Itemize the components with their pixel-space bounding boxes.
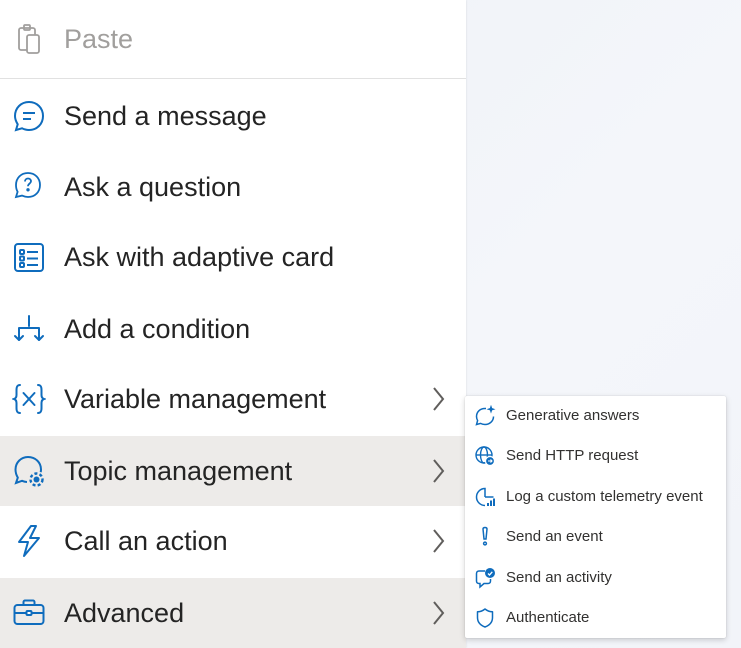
chevron-right-icon [426, 382, 450, 416]
menu-item-add-a-condition[interactable]: Add a condition [0, 294, 466, 364]
chevron-right-icon [426, 596, 450, 630]
activity-bubble-icon [474, 567, 496, 589]
menu-item-label: Variable management [64, 384, 327, 414]
globe-icon [474, 445, 496, 467]
question-bubble-icon [12, 170, 46, 204]
menu-item-variable-management[interactable]: Variable management [0, 364, 466, 434]
submenu-item-label: Send HTTP request [506, 447, 639, 464]
submenu-item-generative-answers[interactable]: Generative answers [465, 396, 726, 436]
menu-item-label: Ask a question [64, 172, 242, 202]
submenu-item-label: Authenticate [506, 609, 590, 626]
exclamation-icon [474, 526, 496, 548]
menu-item-ask-with-adaptive-card[interactable]: Ask with adaptive card [0, 222, 466, 292]
topic-settings-icon [12, 454, 46, 488]
menu-item-label: Send a message [64, 101, 267, 131]
shield-icon [474, 607, 496, 629]
chat-bubble-icon [12, 99, 46, 133]
submenu-item-label: Send an activity [506, 569, 612, 586]
submenu-item-send-an-event[interactable]: Send an event [465, 517, 726, 557]
submenu-item-send-an-activity[interactable]: Send an activity [465, 558, 726, 598]
menu-item-label: Advanced [64, 598, 185, 628]
menu-item-label: Add a condition [64, 314, 251, 344]
menu-item-label: Ask with adaptive card [64, 242, 335, 272]
variable-icon [12, 382, 46, 416]
branch-icon [12, 312, 46, 346]
submenu-item-label: Generative answers [506, 407, 640, 424]
menu-item-topic-management[interactable]: Topic management [0, 436, 466, 506]
menu-item-paste: Paste [0, 0, 466, 79]
chevron-right-icon [426, 524, 450, 558]
adaptive-card-icon [12, 240, 46, 274]
submenu-item-log-telemetry-event[interactable]: Log a custom telemetry event [465, 477, 726, 517]
submenu-item-label: Send an event [506, 528, 603, 545]
menu-item-label: Call an action [64, 526, 228, 556]
chevron-right-icon [426, 454, 450, 488]
menu-item-ask-a-question[interactable]: Ask a question [0, 152, 466, 222]
insert-node-menu: Paste Send a message Ask a question Ask … [0, 0, 466, 648]
menu-item-send-a-message[interactable]: Send a message [0, 81, 466, 151]
clipboard-icon [12, 22, 46, 56]
menu-item-label: Paste [64, 24, 134, 54]
telemetry-chart-icon [474, 486, 496, 508]
lightning-icon [12, 524, 46, 558]
briefcase-icon [12, 596, 46, 630]
menu-item-advanced[interactable]: Advanced [0, 578, 466, 648]
submenu-item-label: Log a custom telemetry event [506, 488, 703, 505]
advanced-submenu: Generative answers Send HTTP request Log [465, 396, 726, 638]
submenu-item-authenticate[interactable]: Authenticate [465, 598, 726, 638]
submenu-item-send-http-request[interactable]: Send HTTP request [465, 436, 726, 476]
menu-item-call-an-action[interactable]: Call an action [0, 506, 466, 576]
menu-item-label: Topic management [64, 456, 293, 486]
sparkle-bubble-icon [474, 405, 496, 427]
